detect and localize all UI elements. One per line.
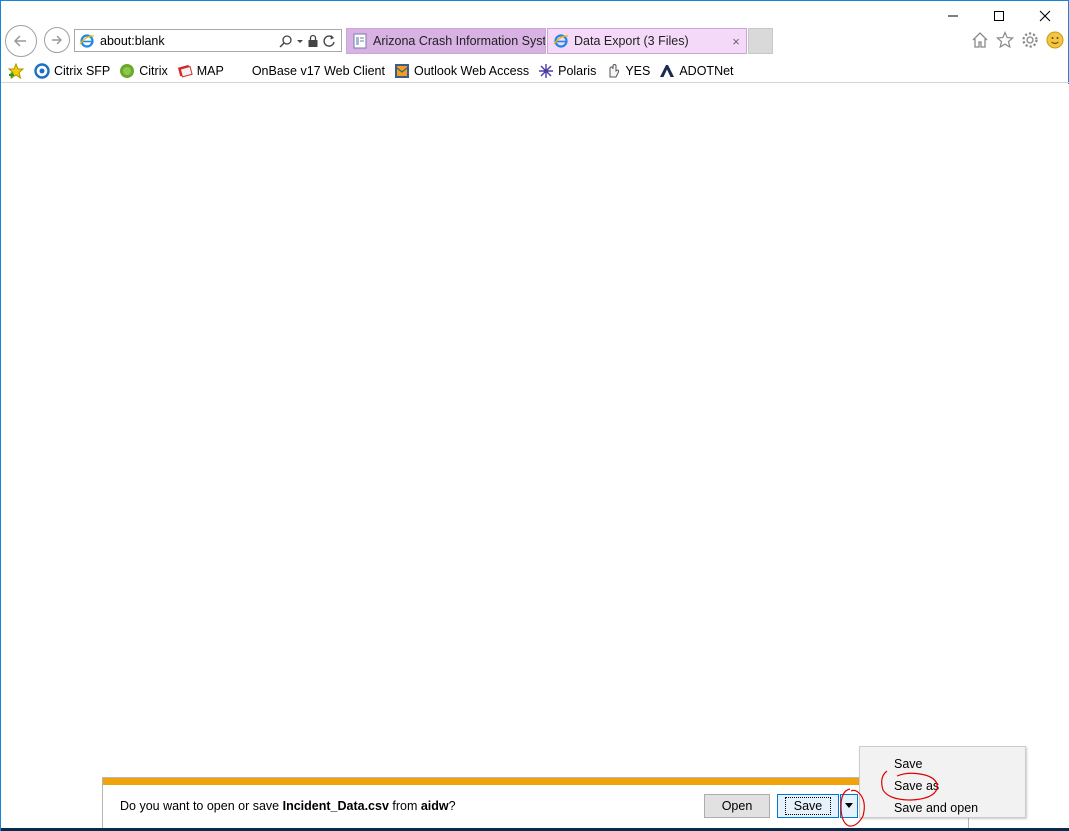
home-icon[interactable] xyxy=(971,31,989,49)
menu-item-save-as[interactable]: Save as xyxy=(860,775,1025,797)
search-icon[interactable] xyxy=(279,34,293,48)
document-icon xyxy=(352,33,368,49)
save-button-label: Save xyxy=(784,797,832,815)
favorite-outlook[interactable]: Outlook Web Access xyxy=(394,63,529,79)
map-icon xyxy=(177,63,193,79)
adot-icon xyxy=(659,63,675,79)
favorite-label: Citrix xyxy=(139,63,168,78)
address-url[interactable]: about:blank xyxy=(100,34,279,48)
favorite-label: ADOTNet xyxy=(679,63,734,78)
save-options-menu: Save Save as Save and open xyxy=(859,746,1026,818)
refresh-icon[interactable] xyxy=(322,34,336,48)
favorite-label: Polaris xyxy=(558,63,597,78)
tab-data-export[interactable]: Data Export (3 Files) × xyxy=(547,28,747,54)
address-bar[interactable]: about:blank xyxy=(74,29,342,52)
file-name: Incident_Data.csv xyxy=(282,799,389,813)
tab-label: Arizona Crash Information Syst... xyxy=(373,34,545,48)
back-arrow-icon xyxy=(13,35,26,47)
favorite-onbase[interactable]: OnBase v17 Web Client xyxy=(252,64,385,78)
save-dropdown-button[interactable] xyxy=(840,794,858,818)
favorites-bar: Citrix SFP Citrix MAP OnBase v17 Web Cli… xyxy=(1,59,1069,83)
menu-item-save[interactable]: Save xyxy=(860,753,1025,775)
chevron-down-icon[interactable] xyxy=(296,34,304,48)
favorite-label: MAP xyxy=(196,63,224,78)
browser-window: about:blank Arizona Crash Information Sy… xyxy=(0,0,1069,831)
ie-icon xyxy=(79,33,95,49)
notification-stripe xyxy=(103,778,968,785)
favorite-label: Citrix SFP xyxy=(54,63,111,78)
address-tools xyxy=(279,34,336,48)
download-message: Do you want to open or save Incident_Dat… xyxy=(120,799,456,813)
lock-icon xyxy=(308,34,318,47)
new-tab-button[interactable] xyxy=(748,28,773,54)
chevron-down-icon xyxy=(845,803,853,808)
save-button[interactable]: Save xyxy=(777,794,839,818)
gear-icon[interactable] xyxy=(1021,31,1039,49)
favorite-adotnet[interactable]: ADOTNet xyxy=(659,63,734,79)
yes-icon xyxy=(605,63,621,79)
download-source: aidw xyxy=(420,799,449,813)
favorite-citrix[interactable]: Citrix xyxy=(119,63,168,79)
tab-arizona-crash[interactable]: Arizona Crash Information Syst... xyxy=(346,28,546,54)
favorite-label: OnBase v17 Web Client xyxy=(251,63,385,78)
tab-label: Data Export (3 Files) xyxy=(574,34,689,48)
download-notification-bar: Do you want to open or save Incident_Dat… xyxy=(102,777,969,829)
forward-arrow-icon xyxy=(52,35,62,45)
browser-tools xyxy=(971,31,1064,49)
tab-close-icon[interactable]: × xyxy=(726,34,746,49)
page-content xyxy=(1,84,1069,829)
open-button[interactable]: Open xyxy=(704,794,770,818)
citrix-sfp-icon xyxy=(34,62,50,79)
favorite-label: Outlook Web Access xyxy=(414,63,530,78)
favorite-map[interactable]: MAP xyxy=(177,63,224,79)
navigation-bar: about:blank Arizona Crash Information Sy… xyxy=(1,23,1069,59)
outlook-icon xyxy=(394,63,410,79)
favorite-yes[interactable]: YES xyxy=(605,63,650,79)
forward-button[interactable] xyxy=(44,27,70,53)
menu-item-save-and-open[interactable]: Save and open xyxy=(860,797,1025,819)
smiley-icon[interactable] xyxy=(1046,31,1064,49)
star-icon[interactable] xyxy=(996,31,1014,49)
favorite-citrix-sfp[interactable]: Citrix SFP xyxy=(34,62,111,79)
favorites-add-icon[interactable] xyxy=(8,62,28,79)
polaris-icon xyxy=(538,63,554,79)
ie-icon xyxy=(553,33,569,49)
favorite-polaris[interactable]: Polaris xyxy=(538,63,596,79)
back-button[interactable] xyxy=(5,25,37,57)
citrix-icon xyxy=(119,63,135,79)
favorite-label: YES xyxy=(625,63,651,78)
